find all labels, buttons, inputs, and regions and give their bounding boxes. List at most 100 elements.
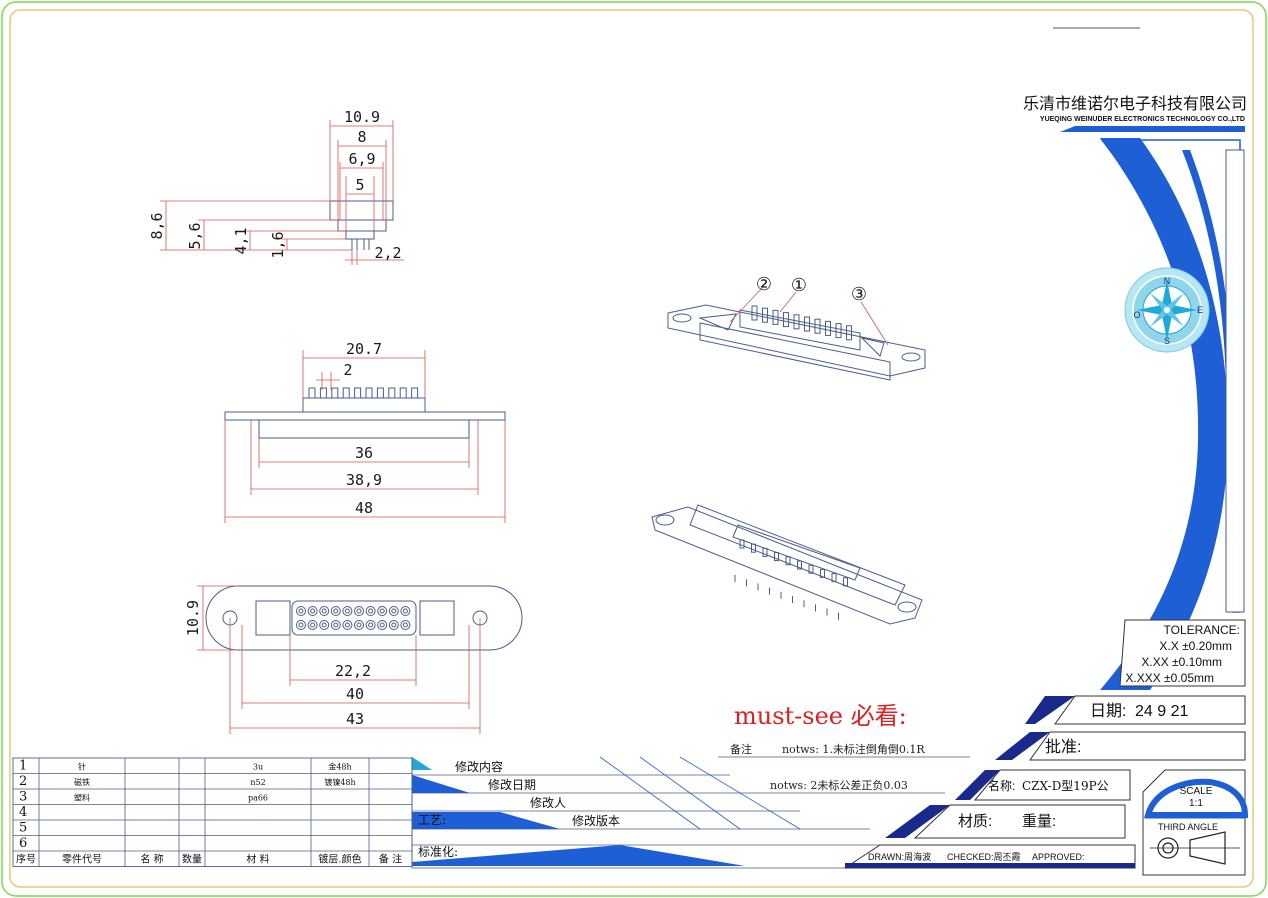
bottom-pin-core: [356, 608, 362, 614]
bom-header: 序号: [16, 853, 36, 866]
front-pin: [376, 387, 384, 399]
tolerance-l1: X.X ±0.20mm: [1159, 639, 1232, 653]
bottom-pin: [365, 620, 376, 630]
notes-label: 备注: [730, 742, 752, 756]
bottom-pin-core: [310, 608, 316, 614]
dim-side-h4: 1,6: [269, 231, 287, 258]
front-pin: [342, 387, 350, 399]
bottom-pin: [388, 620, 399, 630]
iso-pin: [793, 314, 800, 330]
bottom-pin: [307, 606, 318, 616]
bottom-pin-core: [298, 622, 304, 628]
bottom-pin: [354, 606, 364, 616]
front-pin: [388, 387, 396, 399]
dim-front-d1: 36: [355, 444, 373, 462]
process-label: 工艺:: [418, 813, 446, 827]
note-2: notws: 2未标公差正负0.03: [770, 778, 908, 792]
dim-bottom-d3: 43: [346, 710, 364, 728]
note-1: notws: 1.未标注倒角倒0.1R: [782, 742, 925, 756]
iso-under-pin: [751, 543, 756, 553]
bottom-pin: [296, 606, 306, 616]
bottom-pin-core: [333, 622, 339, 628]
bottom-pin-core: [298, 608, 304, 614]
dim-side-w4: 5: [355, 176, 364, 194]
bottom-pin-core: [333, 608, 339, 614]
revision-version-label: 修改版本: [572, 813, 620, 828]
front-view: [224, 387, 506, 439]
must-see-title: must-see 必看:: [734, 702, 907, 730]
tolerance-l2: X.XX ±0.10mm: [1141, 655, 1222, 669]
compass-n: N: [1164, 276, 1171, 286]
tolerance-l3: X.XXX ±0.05mm: [1125, 671, 1214, 685]
weight-label: 重量:: [1022, 813, 1056, 830]
side-view: [329, 200, 394, 250]
bottom-pin: [330, 620, 341, 630]
front-pin: [354, 387, 362, 399]
callout-2: ②: [756, 274, 772, 294]
bottom-pin: [365, 606, 376, 616]
bottom-pin-core: [310, 622, 316, 628]
drawn-by: DRAWN:周海波: [868, 851, 931, 862]
revision-content-label: 修改内容: [455, 759, 503, 774]
bottom-pin-core: [321, 622, 327, 628]
bom-cell: 金48h: [328, 762, 351, 772]
bom-cell: 4: [19, 805, 27, 820]
bom-header: 镀层.颜色: [318, 853, 361, 866]
front-pin: [308, 387, 316, 399]
bom-header: 备 注: [379, 853, 402, 866]
bottom-pin: [330, 606, 341, 616]
bottom-pin: [319, 620, 330, 630]
dim-front-d2: 38,9: [346, 471, 382, 489]
bottom-pin: [342, 620, 353, 630]
revision-date-label: 修改日期: [488, 777, 536, 792]
iso-view-bottom: [651, 504, 923, 625]
bom-header: 材 料: [246, 853, 269, 866]
bom-cell: 塑料: [74, 793, 90, 803]
bottom-pin-core: [391, 622, 397, 628]
iso-pin: [804, 316, 810, 332]
bottom-pin-core: [379, 622, 385, 628]
bottom-view: [205, 585, 523, 651]
bom-header: 零件代号: [62, 854, 102, 866]
scale-label: SCALE: [1180, 786, 1213, 797]
title-panel-graphics: [843, 126, 1249, 876]
bottom-pin-core: [391, 608, 397, 614]
bom-cell: 镀镍48h: [324, 777, 355, 787]
front-pin: [411, 387, 419, 399]
revision-person-label: 修改人: [530, 795, 566, 810]
company-name-cn: 乐清市维诺尔电子科技有限公司: [1023, 94, 1247, 113]
approve-label: 批准:: [1045, 738, 1081, 756]
bottom-pin-core: [356, 622, 362, 628]
dim-bottom-h: 10.9: [184, 600, 202, 636]
dim-side-w3: 6,9: [348, 150, 375, 168]
standardization-label: 标准化:: [418, 845, 458, 859]
bottom-pin: [400, 606, 411, 616]
bom-cell: 3: [19, 790, 27, 805]
dim-side-pin: 2,2: [374, 244, 401, 262]
iso-pin: [825, 320, 831, 336]
bom-cell: n52: [250, 778, 265, 787]
dim-side-h1: 8,6: [148, 212, 166, 239]
compass-emblem: N E S O: [1124, 267, 1210, 353]
dim-side-h2: 5,6: [186, 222, 204, 249]
front-pin: [399, 387, 407, 399]
bom-cell: 3u: [253, 763, 263, 772]
bottom-pin-core: [402, 608, 408, 614]
bottom-pin-core: [344, 622, 350, 628]
bom-cell: 针: [78, 762, 86, 772]
bottom-pin-core: [368, 608, 374, 614]
bottom-pin: [388, 606, 399, 616]
front-pin: [319, 387, 327, 399]
bom-cell: 6: [19, 836, 27, 851]
bom-cell: 磁铁: [74, 777, 90, 787]
bom-frame: [12, 757, 413, 867]
bottom-pin: [307, 620, 318, 630]
bom-header: 数量: [182, 853, 202, 866]
date-label: 日期:: [1090, 702, 1126, 720]
bottom-pin: [342, 606, 353, 616]
bottom-pin: [377, 606, 388, 616]
material-label: 材质:: [958, 813, 992, 830]
dim-front-top: 20.7: [346, 340, 382, 358]
callout-3: ③: [851, 284, 867, 304]
outer-border: [1, 1, 1267, 897]
